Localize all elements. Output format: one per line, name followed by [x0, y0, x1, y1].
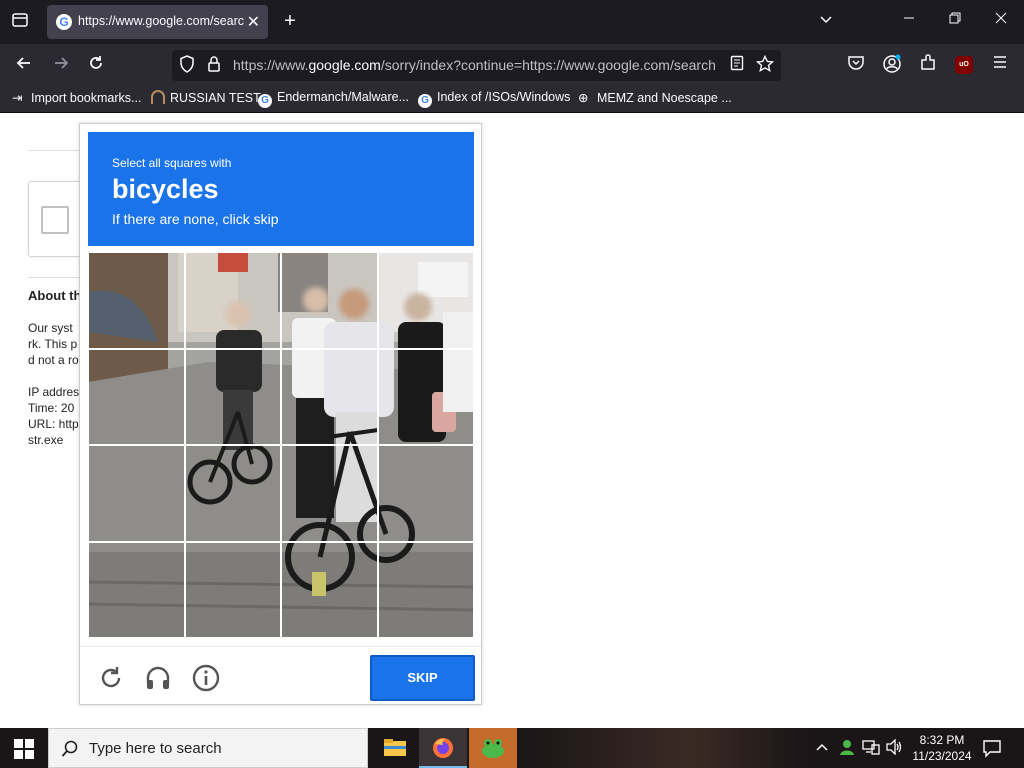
navigation-toolbar: https://www.google.com/sorry/index?conti…	[0, 44, 1024, 86]
taskbar-wallpaper-area	[518, 728, 808, 768]
tab-list-icon[interactable]	[9, 11, 31, 33]
volume-icon[interactable]	[885, 738, 903, 758]
url-line-continued: str.exe	[28, 433, 64, 447]
reload-icon[interactable]	[85, 54, 107, 76]
bookmark-russian-test[interactable]: RUSSIAN TEST	[151, 90, 261, 105]
bookmark-endermanch[interactable]: G Endermanch/Malware...	[258, 90, 409, 108]
google-icon: G	[56, 14, 72, 30]
captcha-tile[interactable]	[88, 445, 185, 542]
skip-button[interactable]: SKIP	[370, 655, 475, 701]
pocket-icon[interactable]	[845, 54, 867, 76]
chevron-up-icon[interactable]	[815, 740, 829, 757]
headphones-icon[interactable]	[143, 663, 173, 693]
captcha-challenge: Select all squares with bicycles If ther…	[79, 123, 482, 705]
chevron-down-icon[interactable]	[815, 11, 837, 33]
tab-bar: G https://www.google.com/search ✕ +	[0, 0, 1024, 44]
captcha-tile[interactable]	[184, 252, 281, 349]
captcha-tile[interactable]	[377, 541, 474, 638]
ip-address-line: IP addres	[28, 385, 80, 399]
extensions-icon[interactable]	[917, 54, 939, 76]
import-icon: ⇥	[12, 91, 23, 105]
captcha-tile[interactable]	[281, 541, 378, 638]
search-icon	[61, 740, 78, 757]
app-frog-icon[interactable]	[469, 728, 517, 768]
captcha-tile[interactable]	[281, 348, 378, 445]
taskbar: Type here to search 8:32 PM 11/23/2024	[0, 728, 1024, 768]
bookmark-memz[interactable]: ⊕ MEMZ and Noescape ...	[578, 90, 732, 105]
recaptcha-widget	[28, 181, 84, 257]
network-icon[interactable]	[862, 739, 880, 758]
time-line: Time: 20	[28, 401, 75, 415]
clock-date: 11/23/2024	[912, 749, 972, 763]
forward-arrow-icon[interactable]	[50, 54, 72, 76]
globe-icon: ⊕	[578, 91, 589, 105]
horseshoe-icon	[151, 90, 165, 104]
search-placeholder: Type here to search	[89, 740, 222, 757]
reload-challenge-icon[interactable]	[96, 663, 126, 693]
url-line: URL: http	[28, 417, 79, 431]
new-tab-icon[interactable]: +	[279, 11, 301, 33]
captcha-tile[interactable]	[377, 445, 474, 542]
ublock-icon[interactable]: uO	[953, 54, 975, 76]
google-icon: G	[258, 94, 272, 108]
captcha-hint: If there are none, click skip	[112, 211, 279, 227]
tab-title: https://www.google.com/search	[78, 14, 244, 28]
captcha-tile[interactable]	[184, 348, 281, 445]
bookmark-star-icon[interactable]	[754, 54, 776, 77]
captcha-header: Select all squares with bicycles If ther…	[88, 132, 474, 246]
clock-time: 8:32 PM	[919, 733, 965, 747]
captcha-tile[interactable]	[184, 445, 281, 542]
notifications-icon[interactable]	[982, 738, 1002, 761]
address-bar[interactable]: https://www.google.com/sorry/index?conti…	[172, 50, 781, 81]
captcha-tile[interactable]	[88, 541, 185, 638]
body-line: d not a ro	[28, 353, 79, 367]
recaptcha-checkbox[interactable]	[41, 206, 69, 234]
file-explorer-icon[interactable]	[371, 728, 419, 768]
taskbar-search-box[interactable]: Type here to search	[48, 728, 368, 768]
restore-icon[interactable]	[944, 11, 966, 33]
shield-icon[interactable]	[176, 55, 198, 77]
captcha-target: bicycles	[112, 174, 219, 204]
close-window-icon[interactable]	[990, 11, 1012, 33]
account-icon[interactable]	[881, 54, 903, 76]
info-icon[interactable]	[191, 663, 221, 693]
about-heading: About th	[28, 288, 82, 303]
reader-view-icon[interactable]	[726, 55, 748, 77]
clock[interactable]: 8:32 PM 11/23/2024	[910, 732, 974, 764]
captcha-tile[interactable]	[88, 252, 185, 349]
captcha-tile[interactable]	[377, 252, 474, 349]
menu-hamburger-icon[interactable]	[989, 54, 1011, 76]
captcha-image-grid	[88, 252, 474, 638]
captcha-tile[interactable]	[184, 541, 281, 638]
captcha-tile[interactable]	[88, 348, 185, 445]
close-tab-icon[interactable]: ✕	[247, 12, 260, 32]
user-tray-icon[interactable]	[838, 738, 856, 759]
google-icon: G	[418, 94, 432, 108]
minimize-icon[interactable]	[898, 11, 920, 33]
captcha-tile[interactable]	[377, 348, 474, 445]
body-line: rk. This p	[28, 337, 78, 351]
captcha-instruction: Select all squares with	[112, 156, 232, 170]
captcha-footer: SKIP	[80, 646, 481, 704]
url-text[interactable]: https://www.google.com/sorry/index?conti…	[233, 57, 719, 73]
tab-google-search[interactable]: G https://www.google.com/search ✕	[47, 5, 268, 39]
windows-start-icon[interactable]	[14, 739, 34, 759]
firefox-icon[interactable]	[419, 728, 467, 768]
bookmarks-toolbar: ⇥ Import bookmarks... RUSSIAN TEST G Ender…	[0, 86, 1024, 113]
back-arrow-icon[interactable]	[13, 54, 35, 76]
bookmark-index-isos[interactable]: G Index of /ISOs/Windows	[418, 90, 570, 108]
body-line: Our syst	[28, 321, 73, 335]
captcha-tile[interactable]	[281, 252, 378, 349]
captcha-tile[interactable]	[281, 445, 378, 542]
bookmark-import[interactable]: ⇥ Import bookmarks...	[12, 90, 141, 105]
lock-icon[interactable]	[203, 55, 225, 77]
